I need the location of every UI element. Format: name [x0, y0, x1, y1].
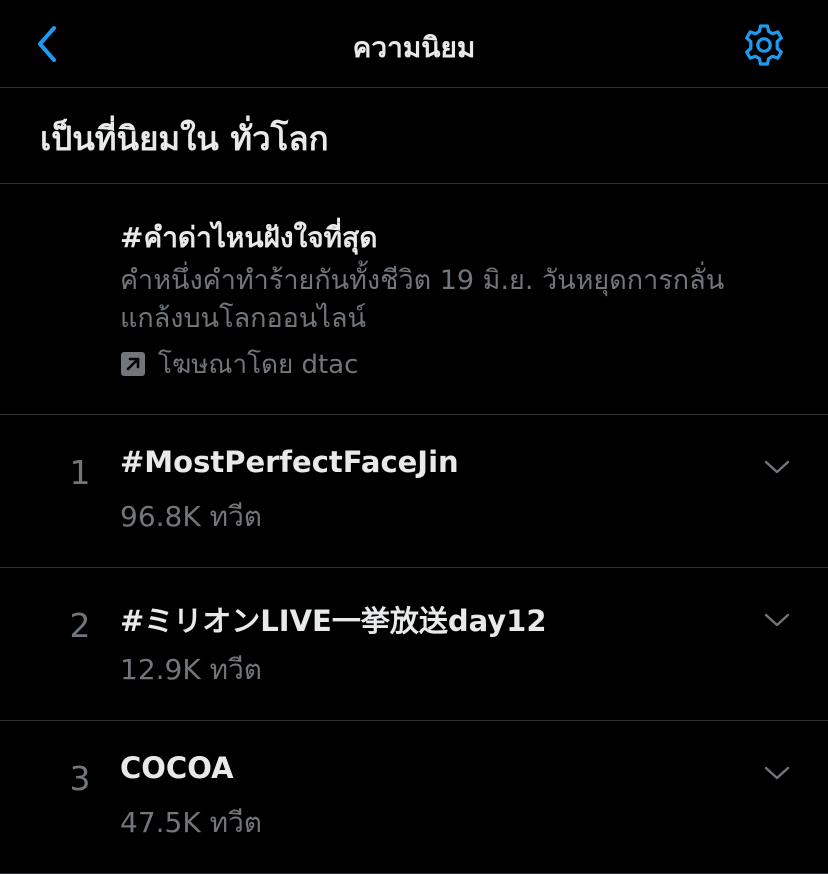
settings-button[interactable] — [740, 22, 788, 68]
promoted-arrow-icon — [121, 352, 145, 376]
trend-rank: 3 — [69, 759, 91, 798]
trend-tweet-count: 12.9K ทวีต — [120, 653, 262, 686]
gear-icon — [745, 24, 783, 66]
section-title: เป็นที่นิยมใน ทั่วโลก — [40, 119, 329, 158]
trends-location-header: เป็นที่นิยมใน ทั่วโลก — [0, 88, 828, 184]
promoted-label: โฆษณาโดย dtac — [158, 349, 359, 380]
trend-item[interactable]: 2 #ミリオンLIVE一挙放送day12 12.9K ทวีต — [0, 568, 828, 721]
promoted-by-line: โฆษณาโดย dtac — [120, 346, 358, 382]
top-navigation-bar: ความนิยม — [0, 0, 828, 88]
trend-rank: 2 — [69, 606, 91, 645]
trend-name[interactable]: COCOA — [120, 751, 234, 785]
promoted-description: คำหนึ่งคำทำร้ายกันทั้งชีวิต 19 มิ.ย. วัน… — [120, 265, 725, 334]
chevron-down-icon[interactable] — [762, 761, 792, 785]
trend-item[interactable]: 1 #MostPerfectFaceJin 96.8K ทวีต — [0, 415, 828, 568]
page-title: ความนิยม — [352, 31, 476, 64]
chevron-down-icon[interactable] — [762, 608, 792, 632]
promoted-trend[interactable]: #คำด่าไหนฝังใจที่สุด คำหนึ่งคำทำร้ายกันท… — [0, 184, 828, 415]
chevron-down-icon[interactable] — [762, 455, 792, 479]
trend-tweet-count: 96.8K ทวีต — [120, 500, 262, 533]
trend-name[interactable]: #MostPerfectFaceJin — [120, 445, 459, 479]
trend-rank: 1 — [69, 453, 91, 492]
trend-tweet-count: 47.5K ทวีต — [120, 806, 262, 839]
trend-name[interactable]: #ミリオンLIVE一挙放送day12 — [120, 598, 547, 640]
promoted-hashtag[interactable]: #คำด่าไหนฝังใจที่สุด — [120, 216, 377, 260]
trend-item[interactable]: 3 COCOA 47.5K ทวีต — [0, 721, 828, 874]
